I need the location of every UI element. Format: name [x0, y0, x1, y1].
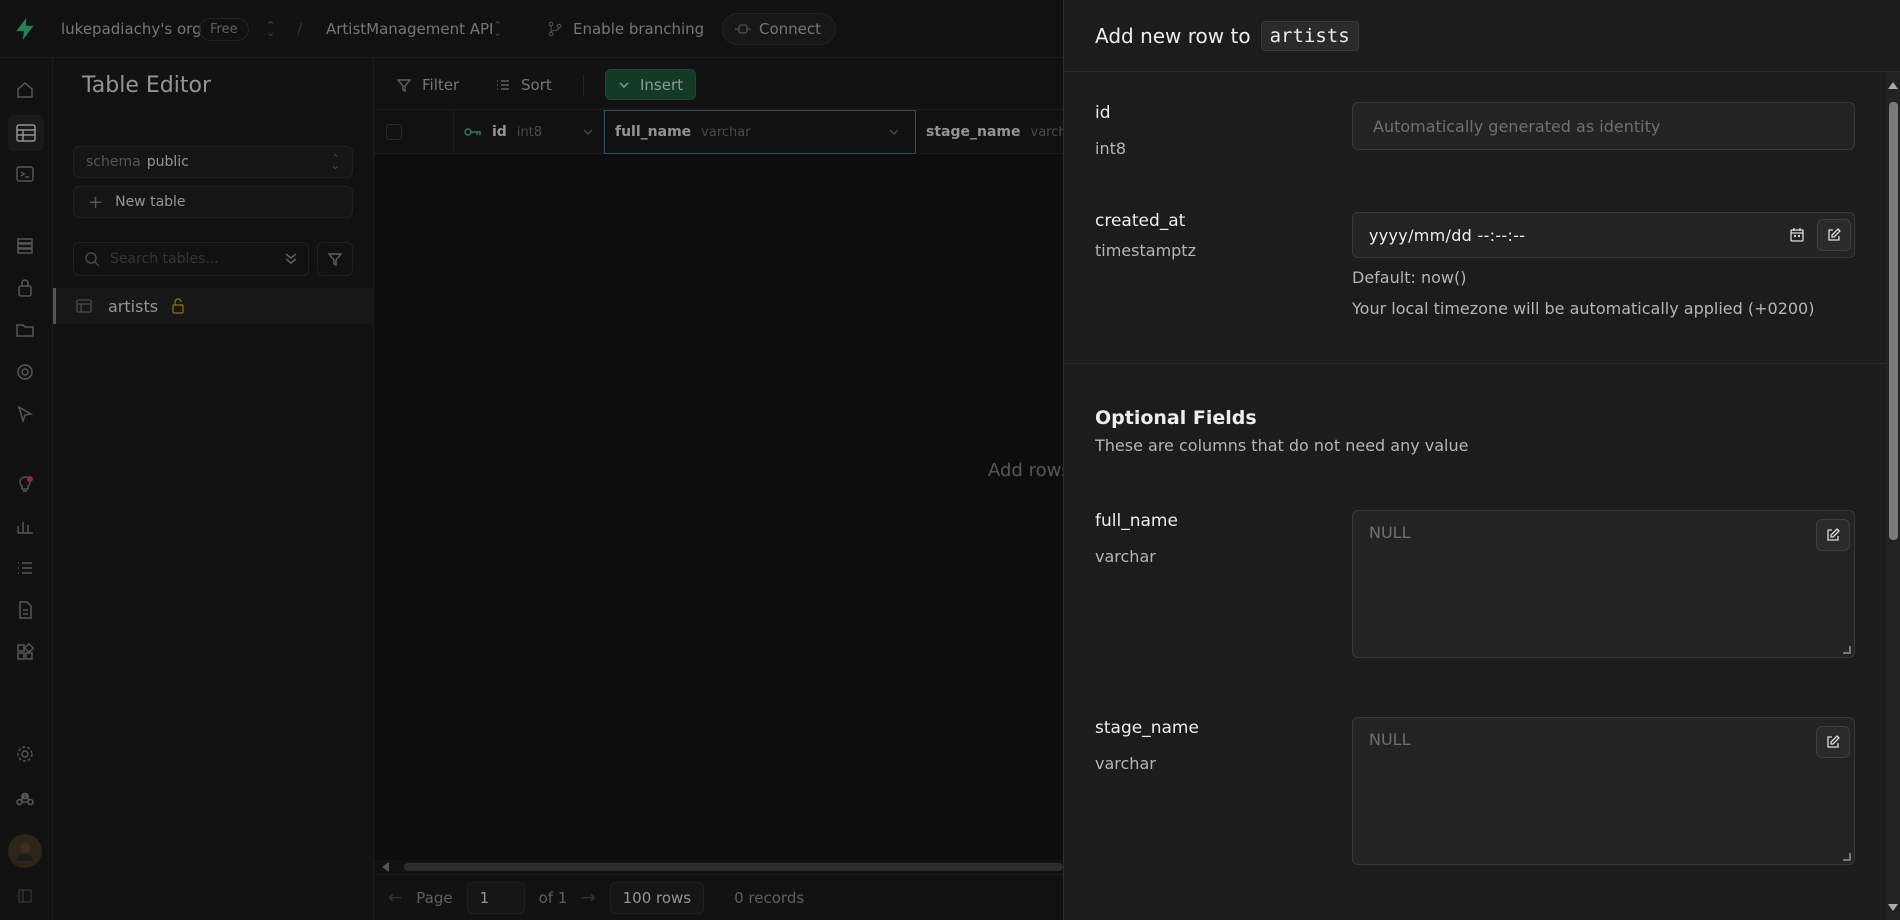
- id-field[interactable]: [1352, 102, 1855, 150]
- edit-full_name-button[interactable]: [1816, 519, 1850, 551]
- edit-icon: [1827, 528, 1840, 541]
- edit-icon: [1827, 735, 1840, 748]
- modal-backdrop[interactable]: [0, 0, 1063, 920]
- stage_name-field[interactable]: [1352, 717, 1855, 865]
- calendar-icon[interactable]: [1789, 227, 1805, 243]
- created_at-field[interactable]: yyyy/mm/dd --:--:--: [1352, 212, 1855, 258]
- full_name-field[interactable]: [1352, 510, 1855, 658]
- section-divider: [1064, 363, 1886, 364]
- edit-icon: [1828, 228, 1841, 241]
- optional-fields-title: Optional Fields: [1095, 407, 1257, 429]
- field-label-created_at: created_at: [1095, 211, 1186, 231]
- resize-handle-icon[interactable]: [1843, 853, 1851, 861]
- table-name-tag: artists: [1260, 20, 1359, 51]
- scrollbar-thumb[interactable]: [1889, 102, 1898, 540]
- scroll-down-arrow-icon[interactable]: [1888, 904, 1898, 911]
- field-type-full_name: varchar: [1095, 547, 1156, 566]
- timezone-hint: Your local timezone will be automaticall…: [1352, 299, 1815, 318]
- full_name-textarea[interactable]: [1353, 511, 1854, 657]
- add-row-panel: Add new row to artists id int8 created_a…: [1063, 0, 1900, 920]
- id-input[interactable]: [1353, 103, 1854, 149]
- panel-title: Add new row to: [1095, 23, 1251, 48]
- edit-stage_name-button[interactable]: [1816, 726, 1850, 758]
- stage_name-textarea[interactable]: [1353, 718, 1854, 864]
- scroll-up-arrow-icon[interactable]: [1888, 82, 1898, 89]
- field-type-stage_name: varchar: [1095, 754, 1156, 773]
- field-label-full_name: full_name: [1095, 511, 1178, 531]
- edit-created_at-button[interactable]: [1817, 219, 1851, 251]
- resize-handle-icon[interactable]: [1843, 646, 1851, 654]
- created_at-default-hint: Default: now(): [1352, 268, 1467, 287]
- optional-fields-subtitle: These are columns that do not need any v…: [1095, 436, 1469, 455]
- field-label-stage_name: stage_name: [1095, 718, 1199, 738]
- created_at-input[interactable]: yyyy/mm/dd --:--:--: [1369, 226, 1789, 245]
- vertical-scrollbar[interactable]: [1886, 72, 1900, 920]
- panel-body: id int8 created_at timestamptz yyyy/mm/d…: [1064, 72, 1886, 920]
- field-label-id: id: [1095, 103, 1111, 123]
- field-type-created_at: timestamptz: [1095, 241, 1196, 260]
- panel-header: Add new row to artists: [1064, 0, 1900, 72]
- field-type-id: int8: [1095, 139, 1127, 158]
